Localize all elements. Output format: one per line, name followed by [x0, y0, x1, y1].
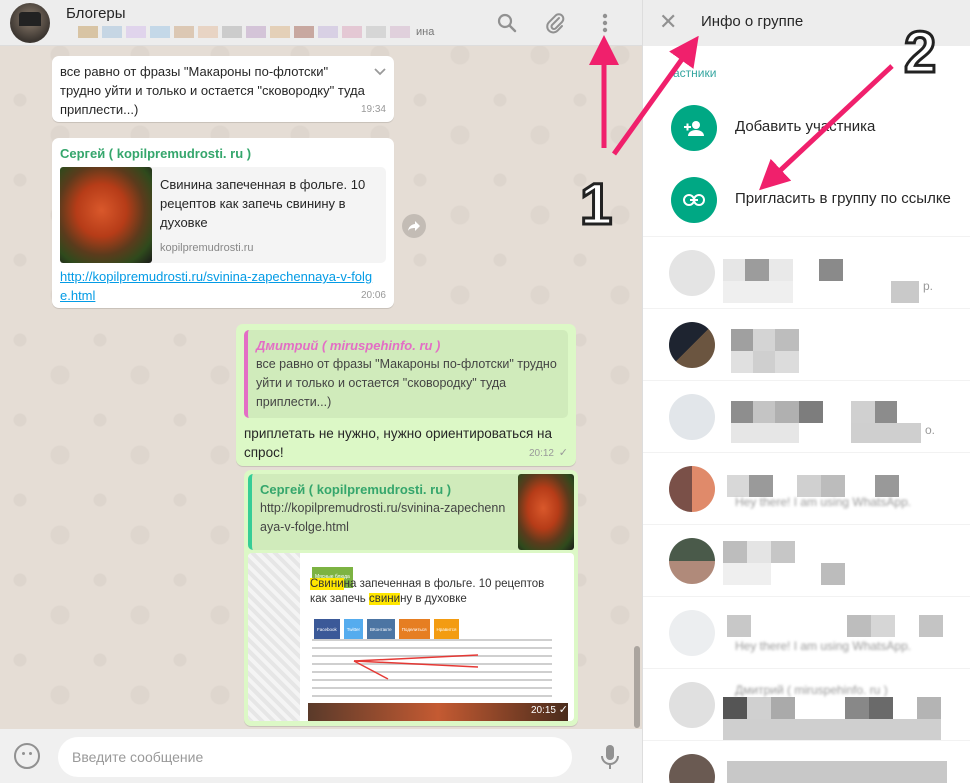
- check-mark-icon: ✓: [558, 704, 568, 716]
- screenshot-title: Свинина запеченная в фольге. 10 рецептов…: [310, 577, 560, 607]
- search-icon[interactable]: [494, 10, 520, 36]
- chat-subtitle-tail: ина: [416, 26, 435, 38]
- screenshot-title-hl1: Свини: [310, 578, 344, 590]
- message-bubble-outgoing[interactable]: Дмитрий ( miruspehinfo. ru ) все равно о…: [236, 324, 576, 466]
- annotation-number-2: 2: [902, 20, 937, 85]
- quoted-author: Сергей ( kopilpremudrosti. ru ): [260, 482, 452, 497]
- message-text: приплетать не нужно, нужно ориентировать…: [244, 426, 552, 460]
- message-input[interactable]: [58, 737, 572, 777]
- screenshot-btn: ВКонтакте: [367, 619, 395, 640]
- participant-row[interactable]: [643, 308, 970, 380]
- message-bubble[interactable]: Сергей ( kopilpremudrosti. ru ) Свинина …: [52, 138, 394, 308]
- participant-avatar: [669, 754, 715, 783]
- message-bubble[interactable]: все равно от фразы "Макароны по-флотски"…: [52, 56, 394, 122]
- message-bubble-outgoing[interactable]: Сергей ( kopilpremudrosti. ru ) http://k…: [244, 470, 578, 726]
- quoted-message[interactable]: Сергей ( kopilpremudrosti. ru ) http://k…: [248, 474, 574, 550]
- message-time: 20:15: [530, 705, 556, 716]
- screenshot-red-arrows: [353, 654, 479, 680]
- quoted-message[interactable]: Дмитрий ( miruspehinfo. ru ) все равно о…: [244, 330, 568, 418]
- participant-avatar: [669, 682, 715, 728]
- emoji-icon[interactable]: [14, 743, 40, 769]
- annotation-number-1: 1: [578, 172, 613, 237]
- message-text: все равно от фразы "Макароны по-флотски"…: [60, 64, 365, 117]
- screenshot-btn: Twitter: [343, 619, 364, 640]
- message-list-scrollbar[interactable]: [634, 646, 640, 728]
- check-mark-icon: ✓: [558, 447, 568, 459]
- participant-row[interactable]: Hey there! I am using WhatsApp.: [643, 596, 970, 668]
- composer-bar: [0, 729, 642, 783]
- message-time: 19:34: [360, 104, 386, 115]
- message-time: 20:12: [528, 448, 554, 459]
- quoted-author: Дмитрий ( miruspehinfo. ru ): [256, 338, 441, 353]
- participant-avatar: [669, 538, 715, 584]
- close-icon[interactable]: ✕: [659, 10, 683, 34]
- group-info-title: Инфо о группе: [701, 13, 804, 30]
- participant-row[interactable]: Дмитрий ( miruspehinfo. ru ): [643, 668, 970, 741]
- chat-pane: Блогеры ина все равно от фразы "Макароны…: [0, 0, 642, 783]
- participant-status: о.: [925, 423, 936, 437]
- quoted-text: http://kopilpremudrosti.ru/svinina-zapec…: [260, 501, 506, 534]
- link-preview[interactable]: Свинина запеченная в фольге. 10 рецептов…: [60, 167, 386, 263]
- chat-participants-list[interactable]: ина: [78, 26, 463, 38]
- participant-row[interactable]: р.: [643, 236, 970, 308]
- participant-avatar: [669, 466, 715, 512]
- screenshot-share-buttons: Facebook Twitter ВКонтакте Поделиться Нр…: [314, 619, 460, 640]
- participant-avatar: [669, 394, 715, 440]
- message-list[interactable]: все равно от фразы "Макароны по-флотски"…: [0, 46, 632, 729]
- message-author[interactable]: Сергей ( kopilpremudrosti. ru ): [60, 144, 386, 163]
- invite-via-link-label: Пригласить в группу по ссылке: [735, 190, 951, 207]
- message-link[interactable]: http://kopilpremudrosti.ru/svinina-zapec…: [60, 267, 380, 305]
- forward-icon[interactable]: [402, 214, 426, 238]
- link-preview-image: [60, 167, 152, 263]
- invite-via-link-button[interactable]: Пригласить в группу по ссылке: [643, 164, 970, 236]
- chat-title[interactable]: Блогеры: [66, 5, 126, 22]
- website-screenshot-image[interactable]: Мясные блюда Свинина запеченная в фольге…: [248, 553, 574, 721]
- participant-row[interactable]: [643, 524, 970, 596]
- microphone-icon[interactable]: [598, 743, 622, 771]
- group-info-pane: ✕ Инфо о группе астники Добавить участни…: [642, 0, 970, 783]
- link-icon: [671, 177, 717, 223]
- participant-status: р.: [923, 279, 934, 293]
- participants-section-label: астники: [673, 66, 717, 80]
- add-participant-label: Добавить участника: [735, 118, 876, 135]
- quoted-text: все равно от фразы "Макароны по-флотски"…: [256, 357, 557, 409]
- participant-status: Дмитрий ( miruspehinfo. ru ): [735, 683, 888, 697]
- screenshot-title-end: ну в духовке: [400, 593, 467, 605]
- participant-row[interactable]: Hey there! I am using WhatsApp.: [643, 452, 970, 524]
- participant-avatar: [669, 610, 715, 656]
- screenshot-btn: Facebook: [314, 619, 340, 640]
- link-preview-domain: kopilpremudrosti.ru: [160, 242, 254, 254]
- screenshot-title-hl2: свини: [369, 593, 401, 605]
- participant-avatar: [669, 250, 715, 296]
- message-time: 20:06: [360, 290, 386, 301]
- quoted-thumbnail: [518, 474, 574, 550]
- participant-avatar: [669, 322, 715, 368]
- screenshot-btn: Поделиться: [398, 619, 430, 640]
- participant-row[interactable]: о.: [643, 380, 970, 452]
- attach-icon[interactable]: [542, 10, 568, 36]
- screenshot-pattern-left: [248, 553, 300, 721]
- group-avatar[interactable]: [10, 3, 50, 43]
- menu-dots-icon[interactable]: [592, 10, 618, 36]
- add-participant-button[interactable]: Добавить участника: [643, 92, 970, 164]
- chat-header[interactable]: Блогеры ина: [0, 0, 642, 46]
- participant-status: Hey there! I am using WhatsApp.: [735, 639, 912, 653]
- screenshot-btn: Нравится: [433, 619, 460, 640]
- participant-row[interactable]: [643, 740, 970, 783]
- chevron-down-icon[interactable]: [374, 62, 386, 81]
- add-person-icon: [671, 105, 717, 151]
- link-preview-title: Свинина запеченная в фольге. 10 рецептов…: [160, 177, 366, 230]
- screenshot-food-strip: [308, 703, 568, 721]
- participant-status: Hey there! I am using WhatsApp.: [735, 495, 912, 509]
